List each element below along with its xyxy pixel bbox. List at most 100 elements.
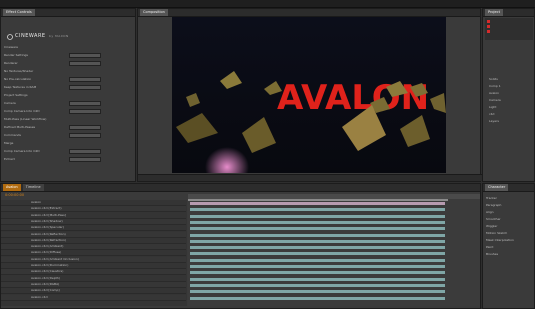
- red-label-swatch: [487, 20, 490, 23]
- project-item[interactable]: c4d: [489, 112, 531, 116]
- effect-control-field[interactable]: [69, 101, 101, 106]
- project-item[interactable]: Avalon: [489, 91, 531, 95]
- effect-control-row[interactable]: No Textures/Shader: [4, 69, 132, 73]
- layer-row[interactable]: Avalon.c4d (RGBA): [1, 281, 186, 288]
- panel-list-item[interactable]: Paragraph: [486, 203, 531, 207]
- red-label-swatch: [487, 30, 490, 33]
- layer-name: Avalon.c4d (RGBA): [31, 281, 60, 286]
- layer-row[interactable]: Avalon.c4d [Comp]: [1, 288, 186, 295]
- layer-duration-bar[interactable]: [190, 252, 445, 256]
- layer-row[interactable]: Avalon.c4d (Ambient Occlusion): [1, 256, 186, 263]
- layer-row[interactable]: Avalon.c4d (Caustics): [1, 269, 186, 276]
- layer-row[interactable]: Avalon.c4d: [1, 294, 186, 301]
- layer-duration-bar[interactable]: [190, 265, 445, 268]
- effect-control-row[interactable]: Camera: [4, 101, 132, 105]
- effect-control-field[interactable]: [69, 77, 101, 82]
- effect-control-row[interactable]: Comp Camera Into C4D: [4, 109, 132, 113]
- project-item[interactable]: Camera: [489, 98, 531, 102]
- timeline-time[interactable]: 0:00:00:00: [5, 193, 24, 197]
- cineware-logo-text: CINEWARE: [15, 33, 46, 39]
- timeline-area[interactable]: [188, 194, 480, 306]
- panel-list-item[interactable]: Align: [486, 210, 531, 214]
- effect-control-row[interactable]: Extract: [4, 157, 132, 161]
- effect-control-row[interactable]: Render Settings: [4, 53, 132, 57]
- effect-control-field[interactable]: [69, 109, 101, 114]
- cineware-logo-sub: by MAXON: [49, 34, 69, 38]
- panel-list-item[interactable]: Tracker: [486, 196, 531, 200]
- layer-row[interactable]: Avalon.c4d (Ambient): [1, 244, 186, 251]
- panel-list-item[interactable]: Motion Sketch: [486, 231, 531, 235]
- layer-duration-bar[interactable]: [190, 246, 445, 250]
- effect-control-field[interactable]: [69, 53, 101, 58]
- composition-footer: [138, 174, 482, 181]
- panel-list-item[interactable]: Wiggler: [486, 224, 531, 228]
- layer-duration-bar[interactable]: [190, 296, 445, 300]
- effect-control-row[interactable]: Commands: [4, 133, 132, 137]
- effect-control-row[interactable]: Cineware: [4, 45, 132, 49]
- effect-control-field[interactable]: [69, 61, 101, 66]
- layer-duration-bar[interactable]: [190, 233, 445, 237]
- effect-control-row[interactable]: Comp Camera Into C4D: [4, 149, 132, 153]
- project-item[interactable]: Solids: [489, 77, 531, 81]
- composition-viewer[interactable]: AVALON: [172, 17, 446, 173]
- layer-duration-bar[interactable]: [190, 220, 445, 224]
- after-effects-window: Effect Controls CINEWARE by MAXON Cinewa…: [0, 0, 535, 309]
- effect-control-row[interactable]: Project Settings: [4, 93, 132, 97]
- tab-project[interactable]: Project: [485, 9, 503, 16]
- effect-control-row[interactable]: Multi-Pass (Linear Workflow): [4, 117, 132, 121]
- cineware-logo: CINEWARE by MAXON: [7, 33, 107, 41]
- effect-control-row[interactable]: Renderer: [4, 61, 132, 65]
- layer-row[interactable]: Avalon.c4d (Depth): [1, 276, 186, 282]
- effect-control-row[interactable]: Defined Multi-Passes: [4, 125, 132, 129]
- cineware-logo-icon: [7, 34, 13, 40]
- layer-row[interactable]: Avalon.c4d (Shadow): [1, 218, 186, 225]
- layer-duration-bar[interactable]: [190, 214, 445, 218]
- layer-duration-bar[interactable]: [190, 227, 445, 231]
- effect-control-field[interactable]: [69, 157, 101, 162]
- layer-row[interactable]: Avalon.c4d (Specular): [1, 225, 186, 232]
- project-item[interactable]: Layers: [489, 119, 531, 123]
- layer-row[interactable]: Avalon.c4d (Reflection): [1, 231, 186, 238]
- effect-control-field[interactable]: [69, 133, 101, 138]
- layer-duration-bar[interactable]: [190, 208, 445, 212]
- layer-duration-bar[interactable]: [190, 277, 445, 281]
- layer-duration-bar[interactable]: [190, 239, 445, 243]
- effect-control-row[interactable]: Keep Textures in RAM: [4, 85, 132, 89]
- project-item[interactable]: Comp 1: [489, 84, 531, 88]
- layer-name: Avalon.c4d (Extract): [31, 206, 62, 211]
- work-area-bar[interactable]: [188, 199, 448, 201]
- project-thumb-area: [485, 18, 533, 40]
- layer-name: Avalon.c4d (Caustics): [31, 269, 64, 274]
- panel-list-item[interactable]: Brushes: [486, 252, 531, 256]
- effect-control-row[interactable]: Merge: [4, 141, 132, 145]
- layer-row[interactable]: Avalon.c4d (Refraction): [1, 238, 186, 244]
- project-item[interactable]: Light: [489, 105, 531, 109]
- layer-duration-bar[interactable]: [190, 202, 445, 205]
- tab-composition[interactable]: Composition: [140, 9, 168, 16]
- tab-timeline-comp[interactable]: Avalon: [3, 184, 21, 191]
- layer-duration-bar[interactable]: [190, 283, 445, 287]
- panel-list-item[interactable]: Mask Interpolation: [486, 238, 531, 242]
- panel-list-item[interactable]: Smoother: [486, 217, 531, 221]
- composition-panel: Composition AVALON: [137, 8, 482, 182]
- tab-timeline[interactable]: Timeline: [22, 184, 44, 191]
- layer-name: Avalon.c4d [Comp]: [31, 288, 60, 293]
- layer-row[interactable]: Avalon.c4d (Extract): [1, 206, 186, 213]
- layer-row[interactable]: Avalon.c4d [Multi-Pass]: [1, 213, 186, 219]
- layer-duration-bar[interactable]: [190, 271, 445, 275]
- effect-control-row[interactable]: No Pre-calculation: [4, 77, 132, 81]
- layer-row[interactable]: Avalon.c4d (Diffuse): [1, 250, 186, 257]
- layer-name: Avalon.c4d (Reflection): [31, 231, 66, 236]
- effect-control-field[interactable]: [69, 125, 101, 130]
- panel-list-item[interactable]: Paint: [486, 245, 531, 249]
- composition-scene: AVALON: [172, 17, 446, 173]
- effect-controls-tabbar: Effect Controls: [1, 9, 135, 17]
- layer-duration-bar[interactable]: [190, 290, 445, 294]
- layer-duration-bar[interactable]: [190, 258, 445, 262]
- tab-effect-controls[interactable]: Effect Controls: [3, 9, 35, 16]
- layer-row[interactable]: Avalon.c4d (Illumination): [1, 263, 186, 269]
- tab-character[interactable]: Character: [485, 184, 509, 191]
- effect-control-field[interactable]: [69, 149, 101, 154]
- effect-control-field[interactable]: [69, 85, 101, 90]
- layer-row[interactable]: Avalon: [1, 200, 186, 206]
